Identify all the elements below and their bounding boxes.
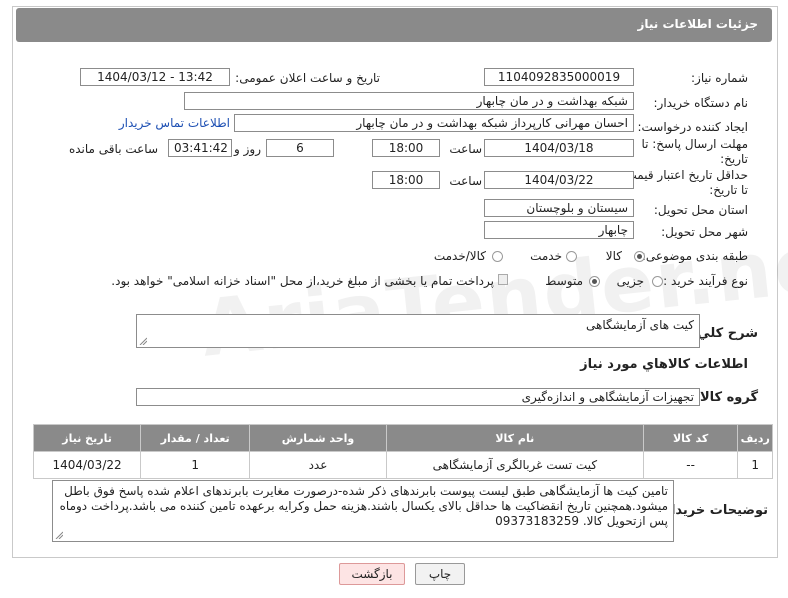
reply-time-field[interactable]: 18:00 (372, 139, 440, 157)
price-validity-label: حداقل تاریخ اعتبار قیمت: تا تاریخ: (621, 168, 748, 197)
reply-date-field[interactable]: 1404/03/18 (484, 139, 634, 157)
col-qty-header: تعداد / مقدار (140, 424, 251, 452)
process-medium-radio[interactable] (589, 276, 600, 287)
category-both-label: کالا/خدمت (433, 249, 486, 263)
buyer-notes-label: توضیحات خریدار: (658, 503, 768, 518)
treasury-payment-checkbox[interactable] (498, 274, 508, 285)
need-number-field[interactable]: 1104092835000019 (484, 68, 634, 86)
col-row-header: ردیف (737, 424, 773, 452)
process-medium-label: متوسط (545, 274, 583, 288)
resize-grip-icon[interactable] (55, 531, 63, 539)
price-time-label: ساعت (449, 174, 482, 188)
province-label: استان محل تحویل: (653, 203, 748, 217)
category-label: طبقه بندی موضوعی: (641, 249, 748, 263)
category-goods-radio[interactable] (634, 251, 645, 262)
cell-date: 1404/03/22 (32, 451, 142, 479)
process-label: نوع فرآیند خرید : (663, 274, 748, 288)
title-bar: جزئیات اطلاعات نیاز (16, 8, 772, 42)
col-date-header: تاریخ نیاز (32, 424, 142, 452)
goods-group-label: گروه کالا: (694, 390, 758, 405)
col-code-header: کد کالا (642, 424, 739, 452)
table-header-row: ردیف کد کالا نام کالا واحد شمارش تعداد /… (32, 424, 773, 452)
buyer-org-field[interactable]: شبکه بهداشت و در مان چابهار (184, 92, 634, 110)
cell-qty: 1 (140, 451, 251, 479)
days-field[interactable]: 6 (266, 139, 334, 157)
table-row: 1 -- کیت تست غربالگری آزمایشگاهی عدد 1 1… (32, 451, 773, 479)
col-unit-header: واحد شمارش (249, 424, 387, 452)
col-name-header: نام کالا (385, 424, 644, 452)
process-minor-radio[interactable] (652, 276, 663, 287)
cell-row: 1 (737, 451, 773, 479)
category-both-radio[interactable] (492, 251, 503, 262)
goods-section-title: اطلاعات کالاهاي مورد نياز (580, 357, 748, 372)
cell-name: کیت تست غربالگری آزمایشگاهی (385, 451, 644, 479)
city-field[interactable]: چابهار (484, 221, 634, 239)
remaining-time-field[interactable]: 03:41:42 (168, 139, 232, 157)
contact-info-link[interactable]: اطلاعات تماس خریدار (119, 116, 230, 130)
buyer-notes-field[interactable]: تامین کیت ها آزمایشگاهی طبق لیست پیوست ب… (52, 480, 674, 542)
price-time-field[interactable]: 18:00 (372, 171, 440, 189)
resize-grip-icon[interactable] (139, 337, 147, 345)
days-label: روز و (234, 142, 261, 156)
print-button[interactable]: چاپ (415, 563, 465, 585)
buyer-org-label: نام دستگاه خریدار: (653, 96, 749, 110)
announce-field[interactable]: 1404/03/12 - 13:42 (80, 68, 230, 86)
cell-unit: عدد (249, 451, 387, 479)
need-number-label: شماره نیاز: (691, 71, 748, 85)
price-date-field[interactable]: 1404/03/22 (484, 171, 634, 189)
back-button[interactable]: بازگشت (339, 563, 405, 585)
page-title: جزئیات اطلاعات نیاز (637, 17, 758, 31)
category-service-radio[interactable] (566, 251, 577, 262)
requester-label: ایجاد کننده درخواست: (637, 120, 748, 134)
province-field[interactable]: سیستان و بلوچستان (484, 199, 634, 217)
payment-note: پرداخت تمام یا بخشی از مبلغ خرید،از محل … (111, 274, 494, 288)
city-label: شهر محل تحویل: (661, 225, 748, 239)
process-minor-label: جزیی (616, 274, 644, 288)
summary-text: کیت های آزمایشگاهی (586, 318, 694, 332)
goods-table: ردیف کد کالا نام کالا واحد شمارش تعداد /… (32, 424, 773, 479)
buyer-notes-text: تامین کیت ها آزمایشگاهی طبق لیست پیوست ب… (59, 484, 668, 528)
goods-group-field[interactable]: تجهیزات آزمایشگاهی و اندازه‌گیری (136, 388, 700, 406)
reply-deadline-label: مهلت ارسال پاسخ: تا تاریخ: (641, 137, 748, 166)
reply-time-label: ساعت (449, 142, 482, 156)
remaining-label: ساعت باقی مانده (68, 142, 158, 156)
category-goods-label: کالا (605, 249, 622, 263)
announce-label: تاریخ و ساعت اعلان عمومی: (235, 71, 380, 85)
category-service-label: خدمت (530, 249, 562, 263)
cell-code: -- (642, 451, 739, 479)
summary-field[interactable]: کیت های آزمایشگاهی (136, 314, 700, 348)
requester-field[interactable]: احسان مهرانی کارپرداز شبکه بهداشت و در م… (234, 114, 634, 132)
